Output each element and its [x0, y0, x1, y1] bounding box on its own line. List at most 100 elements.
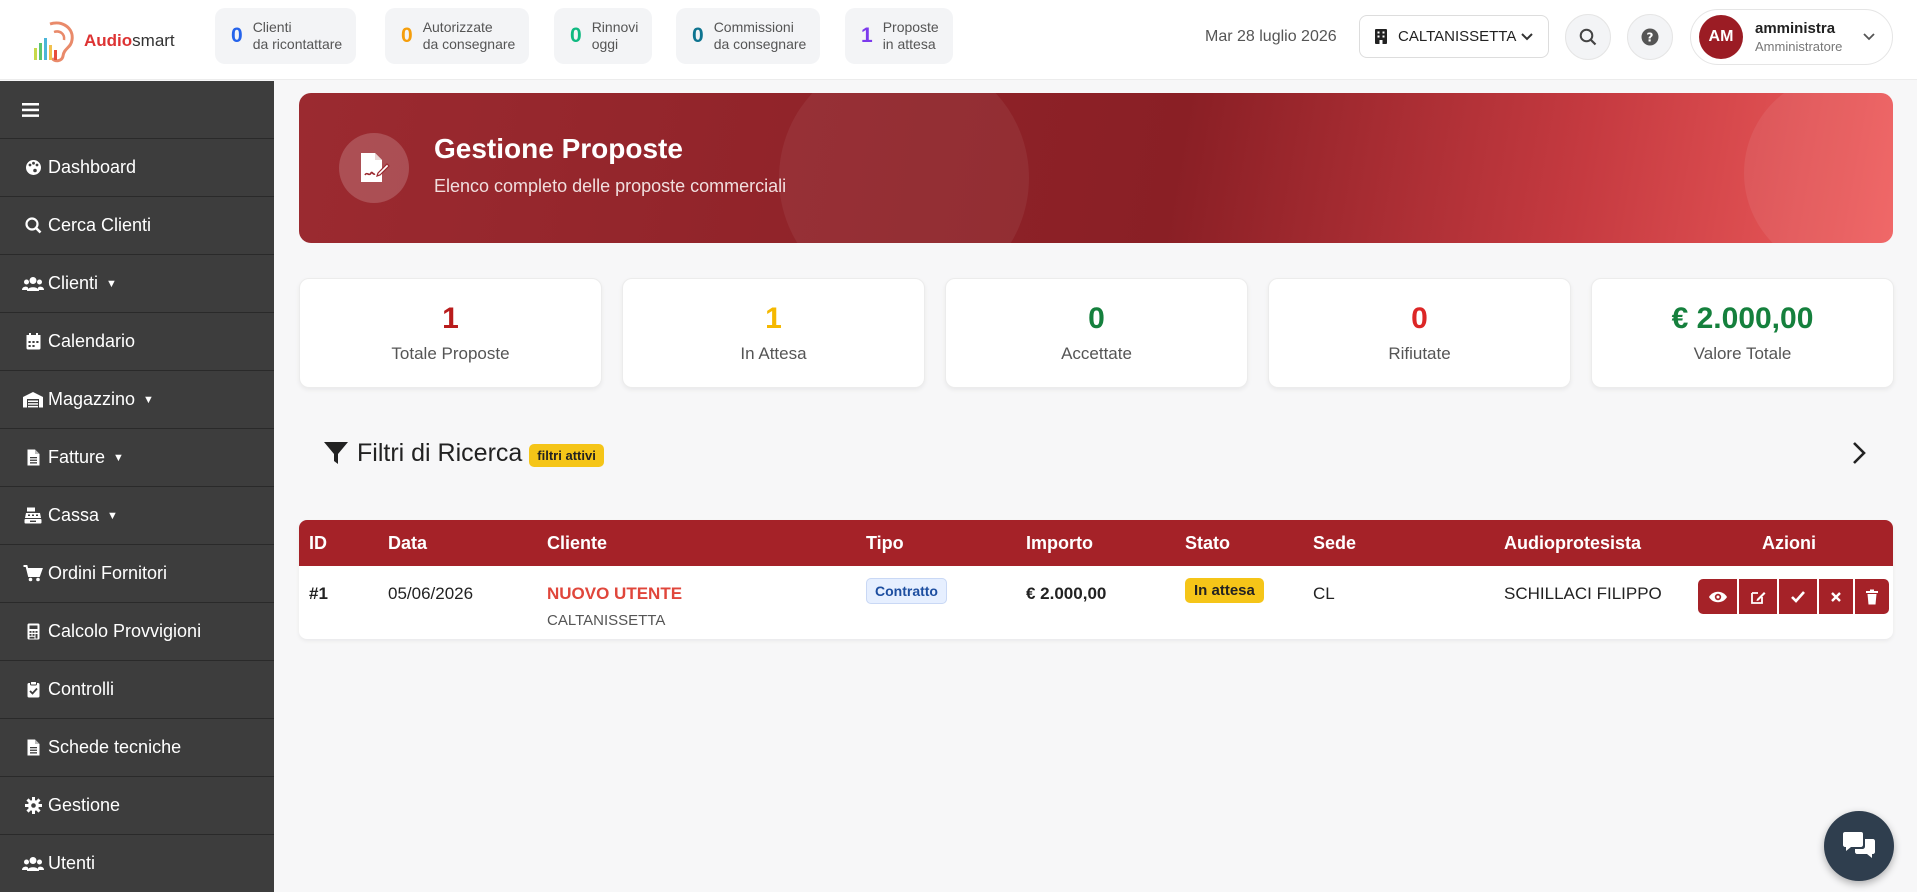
sidebar-item-controlli[interactable]: Controlli	[0, 661, 274, 719]
top-bar: Audiosmart 0 Clienti da ricontattare 0 Autor…	[0, 0, 1917, 80]
calendar-icon	[22, 333, 44, 350]
sidebar-item-label: Schede tecniche	[48, 737, 182, 757]
file-icon	[22, 739, 44, 756]
caret-down-icon: ▼	[106, 277, 117, 290]
cell-type: Contratto	[866, 578, 947, 604]
chevron-right-icon[interactable]	[1851, 440, 1867, 466]
close-icon	[1831, 591, 1841, 602]
search-button[interactable]	[1565, 14, 1611, 60]
summary-card: 1 In Attesa	[622, 278, 925, 388]
caret-down-icon: ▼	[107, 509, 118, 522]
sidebar-item-ordini-fornitori[interactable]: Ordini Fornitori	[0, 545, 274, 603]
trash-icon	[1866, 589, 1878, 604]
sidebar-item-calendario[interactable]: Calendario	[0, 313, 274, 371]
col-header[interactable]: Audioprotesista	[1504, 533, 1641, 554]
sidebar-item-label: Dashboard	[48, 157, 137, 177]
sidebar-item-magazzino[interactable]: Magazzino ▼	[0, 371, 274, 429]
cell-sede: CL	[1313, 584, 1335, 603]
summary-card-value: 1	[765, 302, 782, 335]
cell-status: In attesa	[1185, 578, 1264, 603]
banner-decoration	[779, 93, 1029, 243]
summary-card-value: 0	[1411, 302, 1428, 335]
summary-card-label: Accettate	[1061, 344, 1132, 363]
sidebar-item-calcolo-provvigioni[interactable]: Calcolo Provvigioni	[0, 603, 274, 661]
header-stat-pill[interactable]: 0 Commissioni da consegnare	[676, 8, 821, 64]
help-button[interactable]: ?	[1627, 14, 1673, 60]
brand-name: Audiosmart	[84, 31, 175, 50]
reject-button[interactable]	[1819, 579, 1853, 614]
header-stat-pill[interactable]: 0 Clienti da ricontattare	[215, 8, 357, 64]
view-button[interactable]	[1698, 579, 1737, 614]
file-icon	[22, 449, 44, 466]
edit-icon	[1751, 591, 1766, 604]
users-icon	[22, 276, 44, 292]
sidebar: Dashboard Cerca Clienti Clienti ▼ Calendario…	[0, 81, 274, 892]
sidebar-item-cerca-clienti[interactable]: Cerca Clienti	[0, 197, 274, 255]
col-header[interactable]: Stato	[1185, 533, 1230, 554]
sidebar-toggle[interactable]	[0, 81, 274, 139]
col-header[interactable]: Tipo	[866, 533, 904, 554]
filters-panel-header[interactable]: Filtri di Ricerca filtri attivi	[299, 420, 1893, 486]
sede-select-value: CALTANISSETTA	[1398, 28, 1517, 45]
calculator-icon	[22, 623, 44, 640]
user-menu[interactable]: AM amministra Amministratore	[1690, 9, 1893, 65]
chevron-down-icon	[1863, 33, 1875, 41]
cell-id: #1	[309, 584, 328, 603]
user-name: amministra	[1755, 20, 1836, 37]
filters-title: Filtri di Ricerca	[357, 438, 523, 467]
accept-button[interactable]	[1779, 579, 1817, 614]
hamburger-icon	[22, 102, 39, 117]
app-logo[interactable]: Audiosmart	[30, 14, 175, 68]
svg-text:?: ?	[1647, 31, 1654, 45]
palette-icon	[22, 159, 44, 176]
summary-card-value: 1	[442, 302, 459, 335]
header-stat-pill[interactable]: 0 Autorizzate da consegnare	[385, 8, 530, 64]
col-header[interactable]: Cliente	[547, 533, 607, 554]
stat-count: 0	[692, 24, 704, 47]
sidebar-item-fatture[interactable]: Fatture ▼	[0, 429, 274, 487]
sidebar-item-clienti[interactable]: Clienti ▼	[0, 255, 274, 313]
page-banner: Gestione Proposte Elenco completo delle …	[299, 93, 1893, 243]
summary-card-label: Rifiutate	[1388, 344, 1451, 363]
sidebar-item-gestione[interactable]: Gestione	[0, 777, 274, 835]
sidebar-item-cassa[interactable]: Cassa ▼	[0, 487, 274, 545]
stat-count: 0	[570, 24, 582, 47]
summary-card-label: In Attesa	[740, 344, 807, 363]
col-header[interactable]: ID	[309, 533, 327, 554]
table-header: ID Data Cliente Tipo Importo Stato Sede …	[299, 520, 1893, 566]
sidebar-item-schede-tecniche[interactable]: Schede tecniche	[0, 719, 274, 777]
client-name-link[interactable]: NUOVO UTENTE	[547, 584, 682, 604]
header-stat-pill[interactable]: 1 Proposte in attesa	[845, 8, 953, 64]
cell-date: 05/06/2026	[388, 584, 474, 603]
search-icon	[22, 217, 44, 234]
clipboard-check-icon	[22, 681, 44, 698]
chat-button[interactable]	[1824, 811, 1894, 881]
stat-label: Clienti da ricontattare	[252, 19, 343, 52]
col-header[interactable]: Sede	[1313, 533, 1356, 554]
type-badge: Contratto	[866, 578, 947, 604]
chevron-down-icon	[1521, 32, 1533, 40]
stat-count: 1	[861, 24, 873, 47]
col-header[interactable]: Importo	[1026, 533, 1093, 554]
summary-card: 0 Accettate	[945, 278, 1248, 388]
sede-select[interactable]: CALTANISSETTA	[1359, 15, 1549, 58]
sidebar-item-utenti[interactable]: Utenti	[0, 835, 274, 892]
users-icon	[22, 856, 44, 872]
edit-button[interactable]	[1739, 579, 1777, 614]
cell-client[interactable]: NUOVO UTENTE CALTANISSETTA	[547, 584, 682, 629]
status-badge: In attesa	[1185, 578, 1264, 603]
table-row[interactable]: #1 05/06/2026 NUOVO UTENTE CALTANISSETTA…	[299, 566, 1893, 639]
stat-label: Rinnovi oggi	[591, 19, 639, 52]
header-stat-pill[interactable]: 0 Rinnovi oggi	[554, 8, 653, 64]
sidebar-item-dashboard[interactable]: Dashboard	[0, 139, 274, 197]
summary-card: 0 Rifiutate	[1268, 278, 1571, 388]
caret-down-icon: ▼	[113, 451, 124, 464]
stat-count: 0	[401, 24, 413, 47]
stat-count: 0	[231, 24, 243, 47]
sidebar-item-label: Calcolo Provvigioni	[48, 621, 202, 641]
sidebar-item-label: Clienti	[48, 273, 99, 293]
sidebar-item-label: Controlli	[48, 679, 115, 699]
delete-button[interactable]	[1855, 579, 1889, 614]
sidebar-item-label: Magazzino	[48, 389, 136, 409]
col-header[interactable]: Data	[388, 533, 427, 554]
